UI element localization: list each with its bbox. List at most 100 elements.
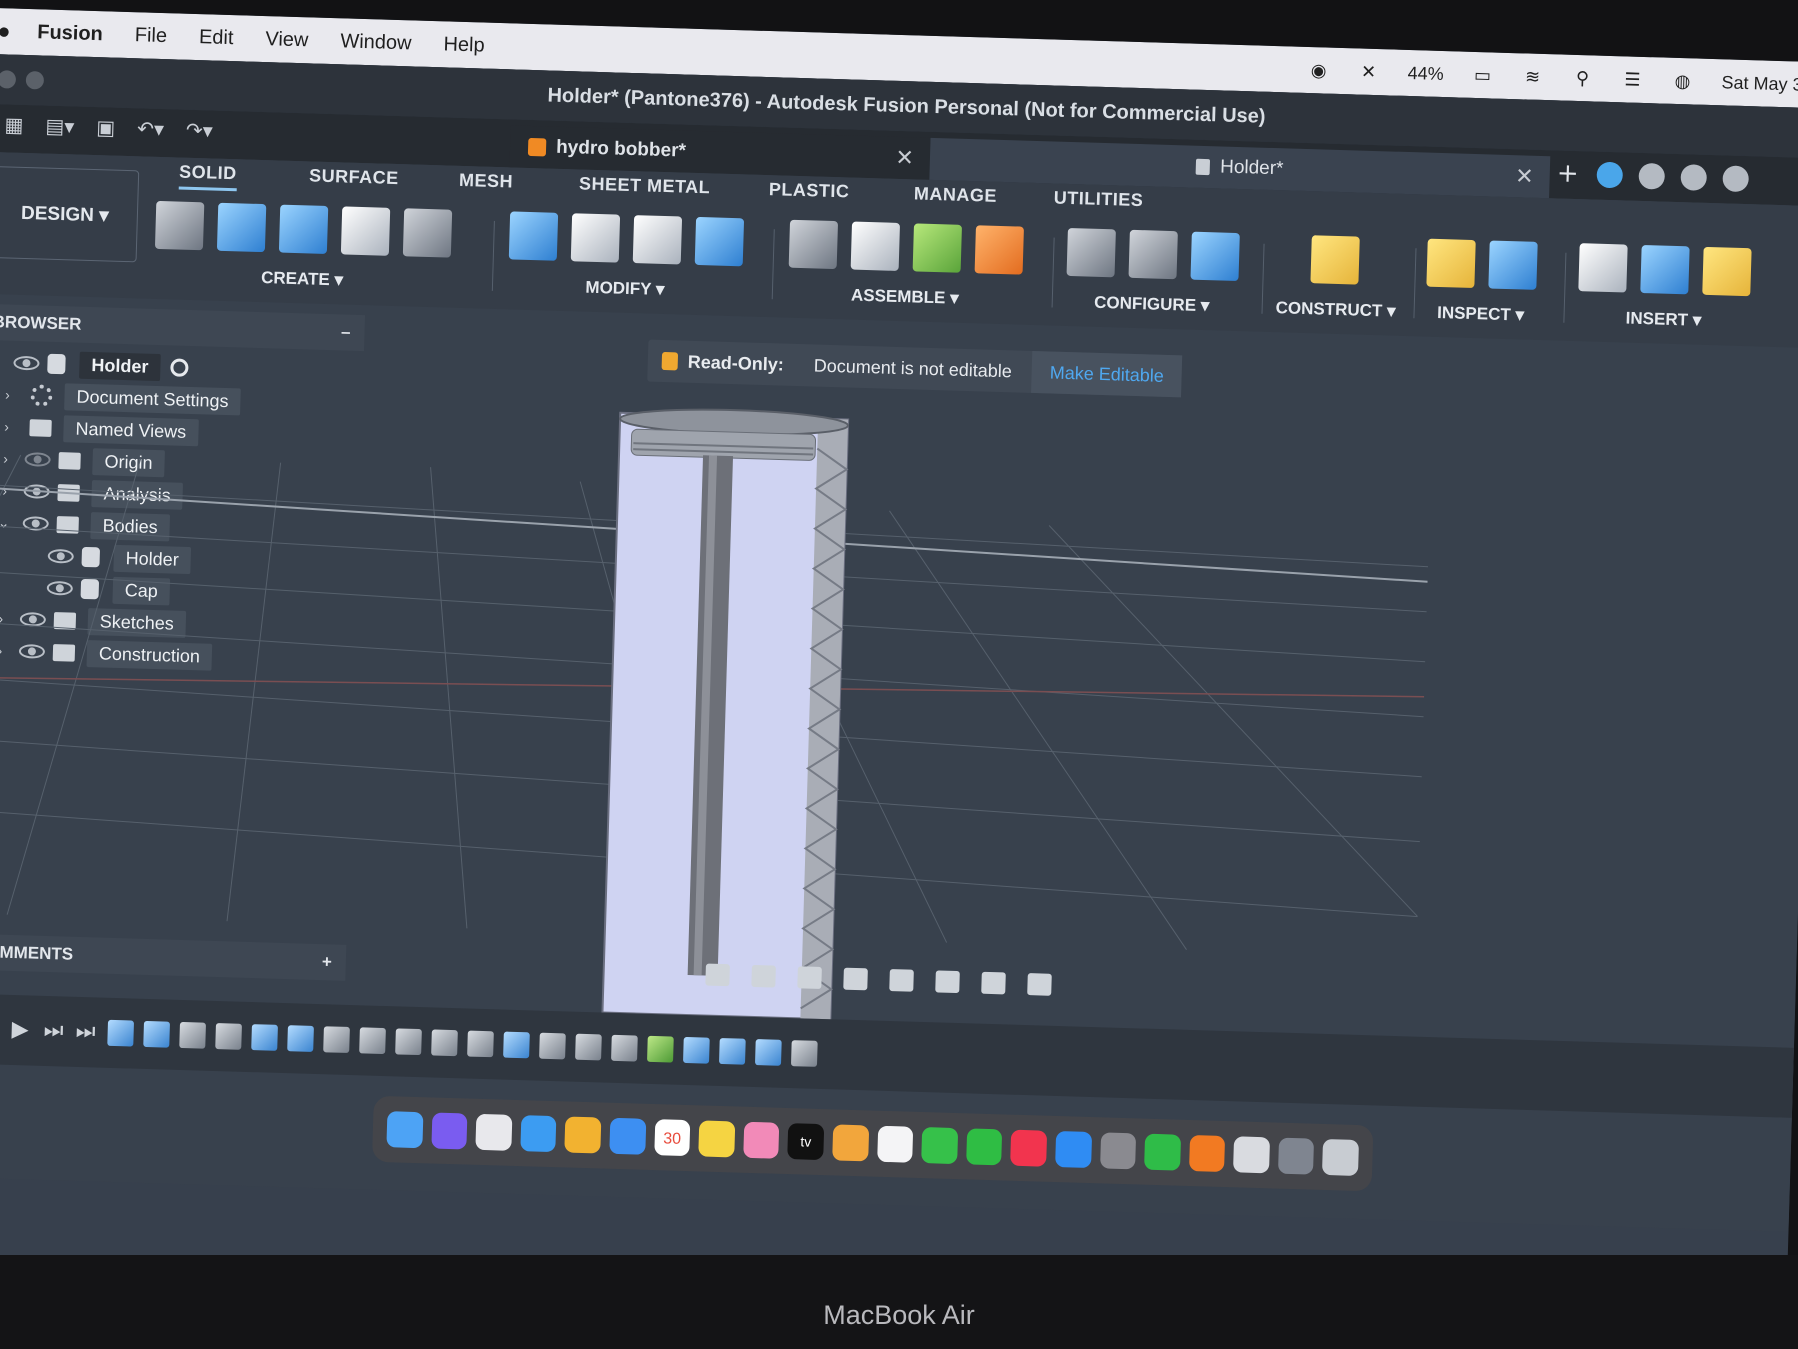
timeline-feature-icon[interactable] [287, 1025, 314, 1052]
insert-menu[interactable]: INSERT ▾ [1577, 307, 1750, 332]
joint-icon[interactable] [850, 221, 901, 271]
numbers-icon[interactable] [1144, 1133, 1181, 1171]
timeline-feature-icon[interactable] [575, 1033, 602, 1061]
tab-mesh[interactable]: MESH [459, 170, 514, 193]
timeline-feature-icon[interactable] [647, 1035, 674, 1063]
zoom-icon[interactable] [843, 967, 868, 991]
minimize-window-button[interactable] [25, 70, 45, 90]
pattern-icon[interactable] [402, 208, 453, 258]
press-pull-icon[interactable] [508, 211, 559, 261]
job-status-icon[interactable] [1638, 162, 1666, 190]
tab-sheet-metal[interactable]: SHEET METAL [579, 173, 711, 198]
menu-file[interactable]: File [134, 24, 167, 48]
offset-plane-icon[interactable] [1310, 235, 1360, 285]
control-center-icon[interactable]: ☰ [1621, 68, 1644, 91]
combine-icon[interactable] [694, 216, 745, 267]
theme-icon[interactable] [1190, 231, 1240, 282]
save-icon[interactable]: ▣ [96, 115, 116, 140]
holder-3d-model[interactable] [594, 403, 862, 1030]
timeline-end-icon[interactable]: ⏭ [75, 1019, 98, 1045]
facetime-icon[interactable] [965, 1128, 1003, 1166]
fillet-icon[interactable] [570, 213, 621, 263]
help-icon[interactable] [1722, 165, 1750, 193]
redo-icon[interactable]: ↷▾ [186, 118, 213, 143]
menu-view[interactable]: View [265, 28, 309, 52]
display-settings-icon[interactable] [935, 970, 960, 994]
mute-icon[interactable]: ✕ [1357, 60, 1380, 83]
notes-icon[interactable] [698, 1120, 736, 1158]
undo-icon[interactable]: ↶▾ [137, 116, 164, 141]
modify-menu[interactable]: MODIFY ▾ [508, 275, 742, 302]
notifications-icon[interactable] [1680, 164, 1708, 191]
tab-solid[interactable]: SOLID [178, 161, 238, 192]
configuration-table-icon[interactable] [1128, 229, 1178, 280]
grid-settings-icon[interactable] [981, 971, 1006, 995]
shell-icon[interactable] [632, 215, 683, 265]
timeline-feature-icon[interactable] [323, 1026, 350, 1053]
extensions-icon[interactable] [1596, 161, 1624, 189]
menubar-clock[interactable]: Sat May 30 [1721, 72, 1798, 96]
file-menu-icon[interactable]: ▤▾ [45, 114, 75, 139]
timeline-feature-icon[interactable] [503, 1031, 530, 1059]
timeline-feature-icon[interactable] [179, 1021, 206, 1049]
viewports-icon[interactable] [1027, 973, 1052, 996]
new-tab-icon[interactable]: + [1554, 158, 1581, 189]
trash-icon[interactable] [1322, 1138, 1360, 1176]
pan-hand-icon[interactable] [797, 966, 822, 989]
photos-icon[interactable] [876, 1125, 914, 1163]
messages-icon[interactable] [921, 1127, 958, 1165]
configure-icon[interactable] [1066, 227, 1116, 278]
tab-manage[interactable]: MANAGE [914, 183, 998, 206]
menu-edit[interactable]: Edit [199, 26, 234, 50]
timeline-feature-icon[interactable] [395, 1028, 422, 1056]
fit-icon[interactable] [889, 969, 914, 992]
system-settings-icon[interactable] [1099, 1132, 1137, 1170]
close-window-button[interactable] [0, 70, 17, 89]
menu-window[interactable]: Window [340, 30, 412, 55]
launchpad-icon[interactable] [475, 1113, 513, 1151]
revolve-icon[interactable] [278, 204, 329, 254]
insert-derive-icon[interactable] [1578, 243, 1628, 293]
rigid-group-icon[interactable] [974, 225, 1024, 275]
measure-icon[interactable] [1426, 238, 1476, 289]
construct-menu[interactable]: CONSTRUCT ▾ [1275, 298, 1395, 322]
timeline-feature-icon[interactable] [359, 1027, 386, 1055]
add-comment-button[interactable]: + [322, 952, 332, 972]
downloads-icon[interactable] [1277, 1137, 1315, 1175]
siri-icon[interactable]: ◍ [1671, 70, 1694, 93]
new-component-icon[interactable] [788, 219, 839, 270]
wifi-icon[interactable]: ≋ [1521, 65, 1544, 88]
mail-icon[interactable] [609, 1117, 646, 1155]
safari-icon[interactable] [520, 1115, 557, 1153]
tab-utilities[interactable]: UTILITIES [1054, 188, 1144, 212]
music-icon[interactable] [1010, 1129, 1048, 1167]
spotlight-search-icon[interactable]: ⚲ [1571, 67, 1594, 90]
tab-plastic[interactable]: PLASTIC [769, 179, 850, 202]
timeline-feature-icon[interactable] [215, 1023, 242, 1050]
documents-folder-icon[interactable] [1233, 1136, 1270, 1174]
close-tab-icon[interactable]: ✕ [1515, 163, 1534, 190]
extrude-icon[interactable] [216, 202, 267, 253]
timeline-feature-icon[interactable] [467, 1030, 494, 1058]
timeline-feature-icon[interactable] [143, 1020, 171, 1048]
insert-mesh-icon[interactable] [1702, 246, 1752, 297]
app-icon[interactable] [564, 1116, 602, 1154]
workspace-switcher[interactable]: DESIGN ▾ [0, 166, 140, 263]
timeline-start-icon[interactable]: ⏮ [0, 1018, 2, 1041]
timeline-feature-icon[interactable] [611, 1034, 638, 1062]
timeline-feature-icon[interactable] [718, 1037, 746, 1065]
assemble-menu[interactable]: ASSEMBLE ▾ [788, 284, 1022, 311]
freeform-icon[interactable] [742, 1121, 780, 1159]
timeline-feature-icon[interactable] [683, 1036, 710, 1064]
fusion-app-icon[interactable] [1188, 1134, 1226, 1173]
orbit-icon[interactable] [705, 963, 730, 987]
apple-menu-icon[interactable]: ● [0, 18, 28, 45]
insert-canvas-icon[interactable] [1640, 244, 1690, 295]
as-built-joint-icon[interactable] [912, 223, 962, 273]
timeline-feature-icon[interactable] [790, 1040, 818, 1067]
calendar-icon[interactable]: 30 [653, 1119, 691, 1157]
menu-app-fusion[interactable]: Fusion [37, 21, 103, 46]
timeline-feature-icon[interactable] [251, 1024, 278, 1051]
battery-icon[interactable]: ▭ [1471, 64, 1494, 87]
menu-help[interactable]: Help [443, 33, 485, 57]
